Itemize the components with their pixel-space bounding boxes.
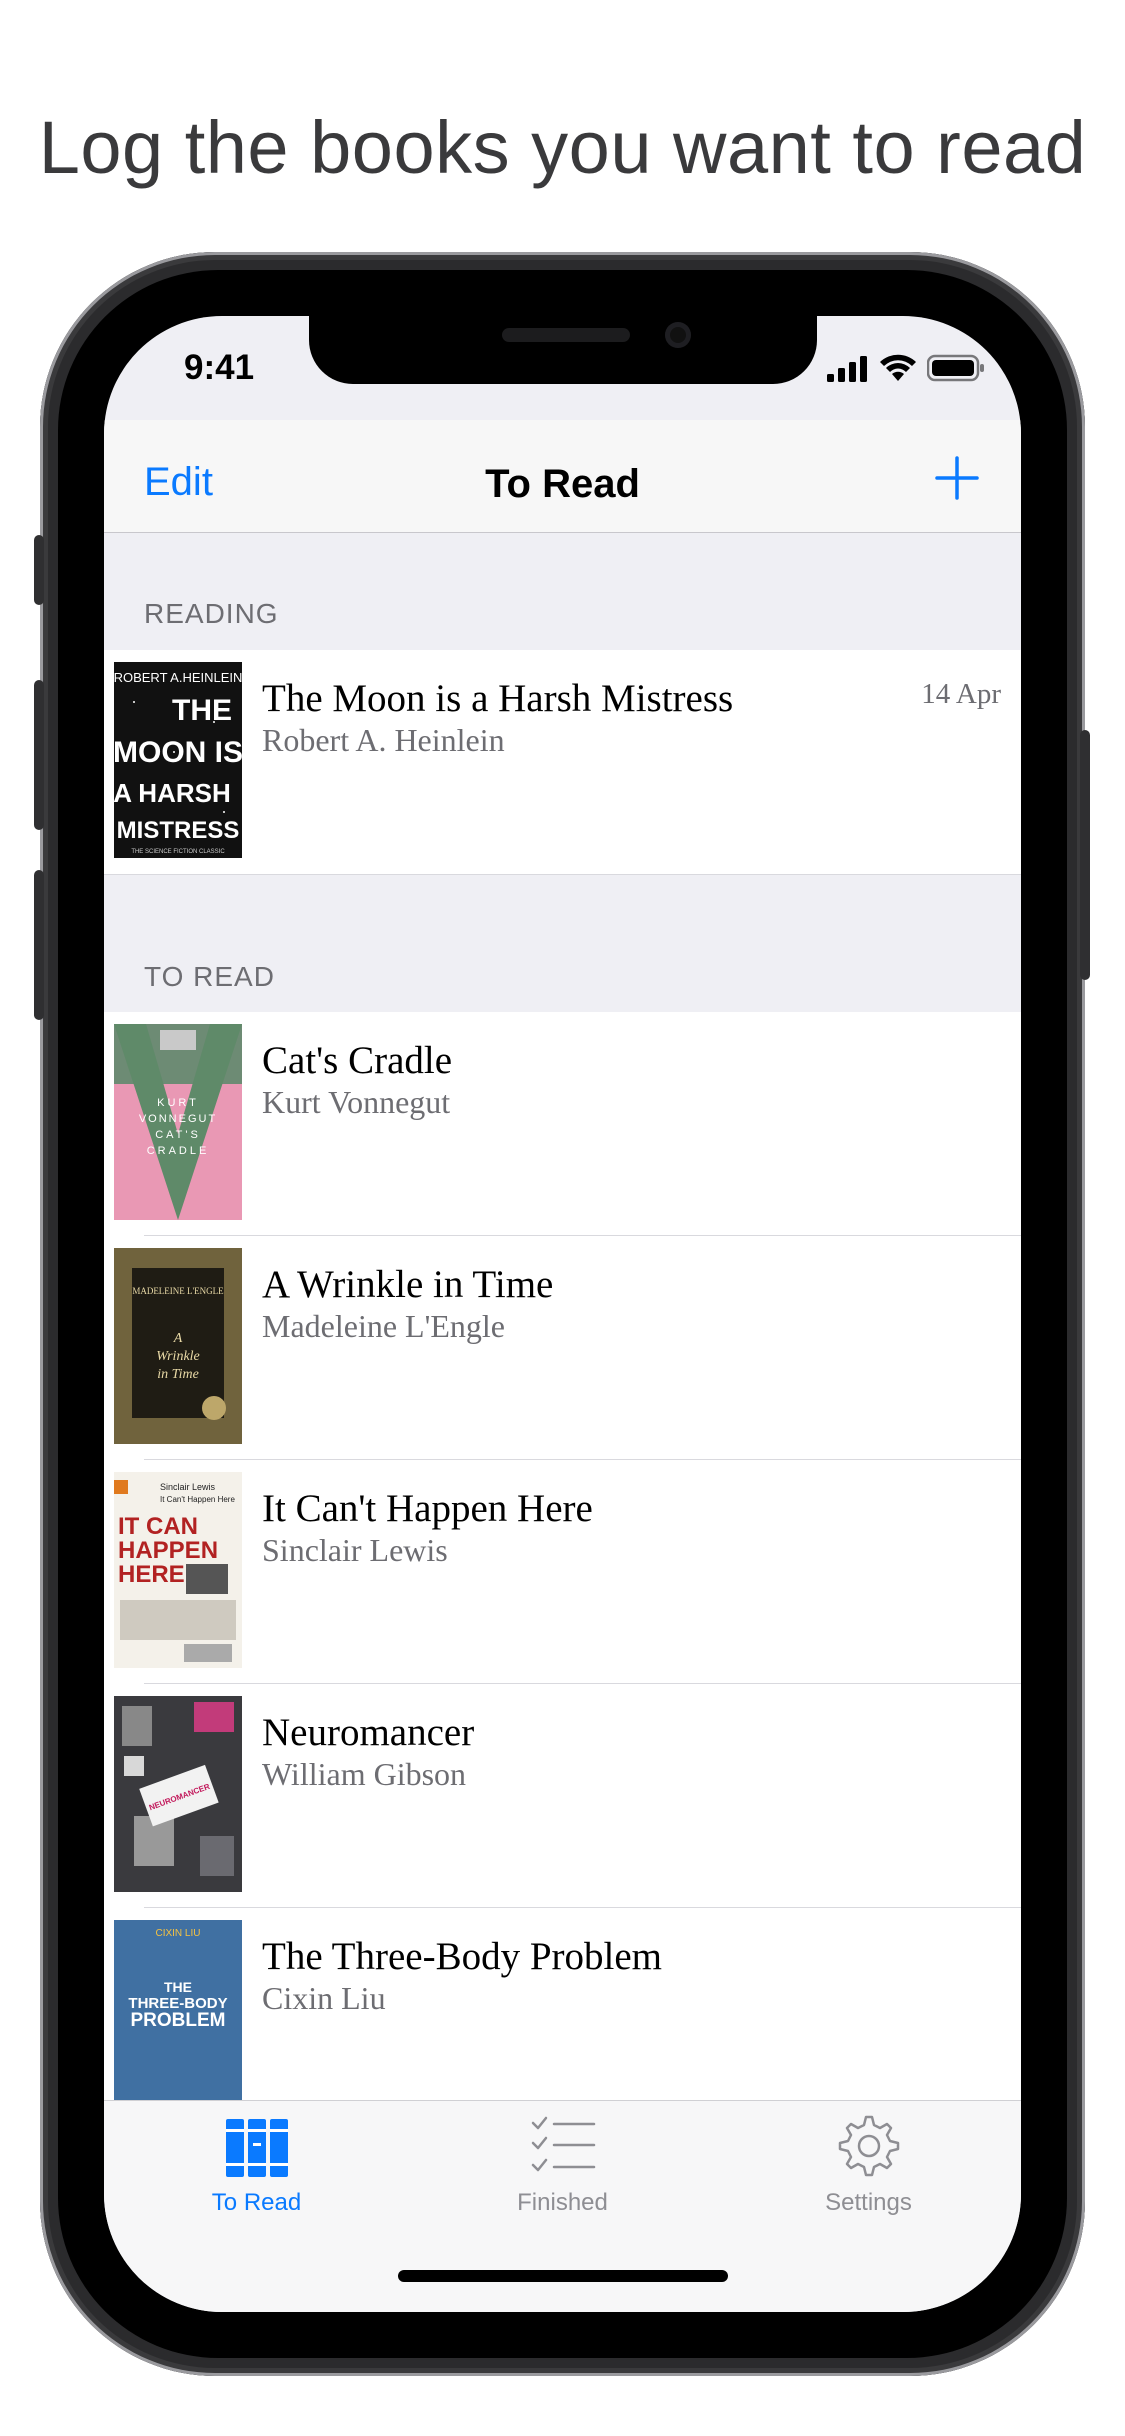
book-title: It Can't Happen Here [262, 1487, 593, 1530]
book-cover-image: NEUROMANCER [114, 1696, 242, 1892]
svg-text:A HARSH: A HARSH [114, 778, 231, 808]
status-time: 9:41 [184, 348, 255, 387]
signal-icon [827, 356, 867, 382]
svg-text:VONNEGUT: VONNEGUT [139, 1113, 217, 1125]
book-author: Cixin Liu [262, 1980, 386, 2016]
book-title: A Wrinkle in Time [262, 1263, 554, 1306]
svg-text:in Time: in Time [157, 1367, 199, 1382]
svg-text:HAPPEN: HAPPEN [118, 1537, 218, 1564]
book-row[interactable]: NEUROMANCER Neuromancer William Gibson [104, 1684, 1021, 1908]
front-camera [665, 322, 691, 348]
book-row[interactable]: Sinclair Lewis It Can't Happen Here IT C… [104, 1460, 1021, 1684]
tab-label: Finished [517, 2189, 608, 2216]
section-header-reading: READING [104, 533, 1021, 650]
book-row[interactable]: MADELEINE L'ENGLE A Wrinkle in Time A Wr… [104, 1236, 1021, 1460]
phone-screen: 9:41 Edit To Read READING ROBERT A.HEINL… [104, 316, 1021, 2312]
wifi-icon [880, 354, 916, 381]
power-button [1080, 730, 1090, 980]
svg-text:Wrinkle: Wrinkle [156, 1349, 200, 1364]
svg-text:MADELEINE L'ENGLE: MADELEINE L'ENGLE [132, 1286, 224, 1296]
svg-text:It Can't Happen Here: It Can't Happen Here [160, 1495, 235, 1504]
speaker [502, 328, 630, 342]
tab-settings[interactable]: Settings [716, 2113, 1021, 2217]
book-cover-image: MADELEINE L'ENGLE A Wrinkle in Time [114, 1248, 242, 1444]
svg-text:Sinclair Lewis: Sinclair Lewis [160, 1482, 216, 1492]
svg-text:IT CAN: IT CAN [118, 1513, 198, 1540]
gear-icon [838, 2115, 899, 2177]
svg-text:MOON IS: MOON IS [114, 736, 242, 769]
section-header-to-read: TO READ [104, 874, 1021, 1013]
svg-text:HERE: HERE [118, 1561, 185, 1588]
book-cover-image: Sinclair Lewis It Can't Happen Here IT C… [114, 1472, 242, 1668]
svg-text:THE: THE [164, 1979, 192, 1995]
mute-switch [34, 535, 44, 605]
book-row[interactable]: CIXIN LIU THE THREE-BODY PROBLEM The Thr… [104, 1908, 1021, 2132]
volume-up-button [34, 680, 44, 830]
book-cover-image: ROBERT A.HEINLEIN THE MOON IS A HARSH MI… [114, 662, 242, 858]
svg-text:ROBERT A.HEINLEIN: ROBERT A.HEINLEIN [114, 670, 242, 685]
notch [309, 316, 817, 384]
tab-label: Settings [825, 2189, 912, 2216]
svg-text:CRADLE: CRADLE [147, 1145, 210, 1157]
book-author: Robert A. Heinlein [262, 722, 505, 758]
book-row[interactable]: KURT VONNEGUT CAT'S CRADLE Cat's Cradle … [104, 1012, 1021, 1236]
book-cover-image: KURT VONNEGUT CAT'S CRADLE [114, 1024, 242, 1220]
book-title: Neuromancer [262, 1711, 475, 1754]
volume-down-button [34, 870, 44, 1020]
navigation-bar: Edit To Read [104, 420, 1021, 533]
tab-label: To Read [211, 2189, 302, 2216]
book-start-date: 14 Apr [921, 678, 1001, 710]
book-author: Kurt Vonnegut [262, 1084, 451, 1120]
book-author: William Gibson [262, 1756, 467, 1792]
book-author: Sinclair Lewis [262, 1532, 448, 1568]
battery-icon [927, 354, 984, 382]
svg-text:KURT: KURT [157, 1097, 199, 1109]
page-title: To Read [485, 462, 640, 506]
section-label: READING [144, 598, 279, 629]
svg-text:A: A [173, 1331, 183, 1346]
book-cover-image: CIXIN LIU THE THREE-BODY PROBLEM [114, 1920, 242, 2116]
book-title: The Moon is a Harsh Mistress [262, 677, 734, 720]
section-label: TO READ [144, 961, 275, 992]
book-row[interactable]: ROBERT A.HEINLEIN THE MOON IS A HARSH MI… [104, 650, 1021, 874]
book-title: Cat's Cradle [262, 1039, 453, 1082]
marketing-headline: Log the books you want to read [38, 106, 1087, 189]
home-indicator [398, 2270, 728, 2282]
tab-finished[interactable]: Finished [410, 2113, 715, 2217]
svg-text:MISTRESS: MISTRESS [117, 817, 240, 844]
svg-text:THE: THE [172, 694, 232, 727]
svg-text:CAT'S: CAT'S [155, 1129, 201, 1141]
svg-text:CIXIN LIU: CIXIN LIU [155, 1928, 200, 1939]
svg-text:PROBLEM: PROBLEM [131, 2010, 226, 2031]
checklist-icon [531, 2116, 595, 2172]
tab-to-read[interactable]: To Read [104, 2113, 409, 2217]
books-icon [225, 2119, 288, 2177]
book-title: The Three-Body Problem [262, 1935, 663, 1978]
book-author: Madeleine L'Engle [262, 1308, 505, 1344]
plus-icon[interactable] [933, 454, 981, 502]
status-icons [827, 354, 985, 382]
svg-text:THE SCIENCE FICTION CLASSIC: THE SCIENCE FICTION CLASSIC [131, 849, 225, 855]
